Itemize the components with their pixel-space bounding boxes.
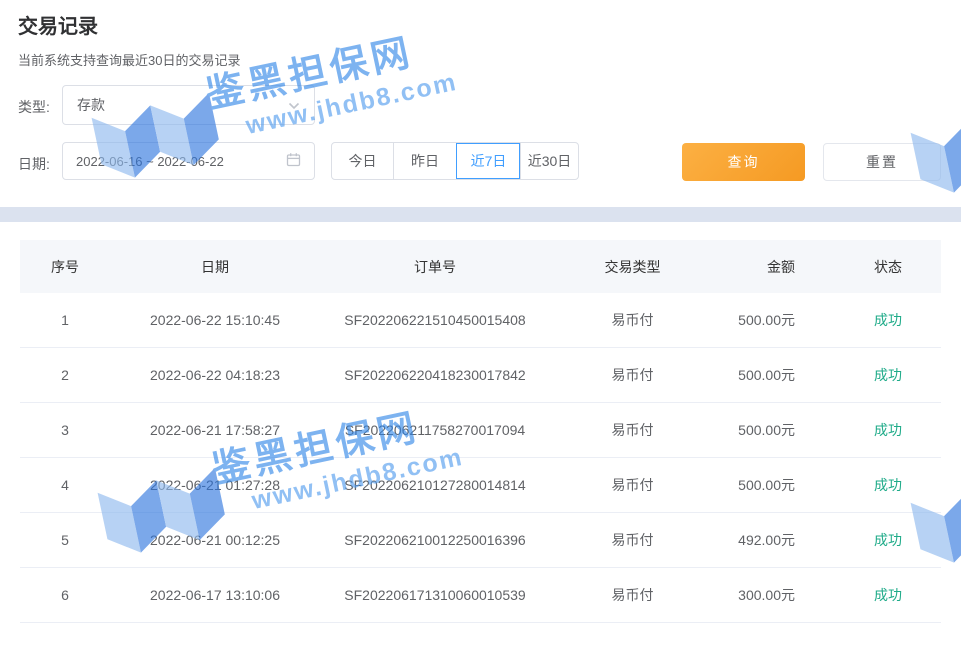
cell-transaction-type: 易币付 bbox=[550, 348, 715, 403]
cell-amount: 300.00元 bbox=[715, 568, 835, 623]
cell-date: 2022-06-21 17:58:27 bbox=[110, 403, 320, 458]
column-header-date: 日期 bbox=[110, 240, 320, 293]
quick-range-button[interactable]: 今日 bbox=[332, 143, 393, 179]
search-button[interactable]: 查询 bbox=[682, 143, 805, 181]
cell-amount: 500.00元 bbox=[715, 348, 835, 403]
cell-date: 2022-06-22 04:18:23 bbox=[110, 348, 320, 403]
cell-no: 4 bbox=[20, 458, 110, 513]
cell-no: 2 bbox=[20, 348, 110, 403]
section-divider-band bbox=[0, 207, 961, 222]
cell-date: 2022-06-22 15:10:45 bbox=[110, 293, 320, 348]
cell-date: 2022-06-21 00:12:25 bbox=[110, 513, 320, 568]
type-select[interactable]: 存款 bbox=[62, 85, 315, 125]
status-badge: 成功 bbox=[835, 348, 941, 403]
table-row: 6 2022-06-17 13:10:06 SF2022061713100600… bbox=[20, 568, 941, 623]
column-header-no: 序号 bbox=[20, 240, 110, 293]
cell-date: 2022-06-17 13:10:06 bbox=[110, 568, 320, 623]
status-badge: 成功 bbox=[835, 293, 941, 348]
quick-range-group: 今日昨日近7日近30日 bbox=[331, 142, 579, 180]
cell-transaction-type: 易币付 bbox=[550, 513, 715, 568]
cell-order-number: SF202206220418230017842 bbox=[320, 348, 550, 403]
watermark: 鉴黑担保网 www.jhdb8.com bbox=[897, 0, 961, 277]
page-title: 交易记录 bbox=[18, 10, 98, 39]
quick-range-button[interactable]: 近30日 bbox=[520, 143, 578, 179]
reset-button[interactable]: 重置 bbox=[823, 143, 941, 181]
table-row: 5 2022-06-21 00:12:25 SF2022062100122500… bbox=[20, 513, 941, 568]
cell-amount: 500.00元 bbox=[715, 458, 835, 513]
table-header-row: 序号 日期 订单号 交易类型 金额 状态 bbox=[20, 240, 941, 293]
cell-amount: 500.00元 bbox=[715, 293, 835, 348]
cell-amount: 492.00元 bbox=[715, 513, 835, 568]
date-range-value: 2022-06-16 ~ 2022-06-22 bbox=[76, 154, 224, 169]
status-badge: 成功 bbox=[835, 513, 941, 568]
status-badge: 成功 bbox=[835, 458, 941, 513]
cell-no: 3 bbox=[20, 403, 110, 458]
cell-transaction-type: 易币付 bbox=[550, 293, 715, 348]
cell-order-number: SF202206171310060010539 bbox=[320, 568, 550, 623]
table-row: 3 2022-06-21 17:58:27 SF2022062117582700… bbox=[20, 403, 941, 458]
table-row: 1 2022-06-22 15:10:45 SF2022062215104500… bbox=[20, 293, 941, 348]
cell-date: 2022-06-21 01:27:28 bbox=[110, 458, 320, 513]
quick-range-button[interactable]: 昨日 bbox=[393, 143, 456, 179]
status-badge: 成功 bbox=[835, 403, 941, 458]
cell-order-number: SF202206211758270017094 bbox=[320, 403, 550, 458]
date-label: 日期: bbox=[18, 154, 50, 174]
quick-range-button[interactable]: 近7日 bbox=[456, 143, 520, 179]
status-badge: 成功 bbox=[835, 568, 941, 623]
type-label: 类型: bbox=[18, 97, 50, 117]
type-select-value: 存款 bbox=[77, 95, 105, 115]
column-header-amount: 金额 bbox=[715, 240, 835, 293]
cell-transaction-type: 易币付 bbox=[550, 403, 715, 458]
page-subtitle: 当前系统支持查询最近30日的交易记录 bbox=[18, 50, 240, 69]
date-range-input[interactable]: 2022-06-16 ~ 2022-06-22 bbox=[62, 142, 315, 180]
column-header-order: 订单号 bbox=[320, 240, 550, 293]
calendar-icon bbox=[286, 152, 301, 170]
cell-transaction-type: 易币付 bbox=[550, 458, 715, 513]
table-row: 2 2022-06-22 04:18:23 SF2022062204182300… bbox=[20, 348, 941, 403]
column-header-type: 交易类型 bbox=[550, 240, 715, 293]
cell-order-number: SF202206210012250016396 bbox=[320, 513, 550, 568]
chevron-down-icon bbox=[288, 97, 300, 113]
cell-transaction-type: 易币付 bbox=[550, 568, 715, 623]
cell-order-number: SF202206221510450015408 bbox=[320, 293, 550, 348]
cell-no: 5 bbox=[20, 513, 110, 568]
cell-amount: 500.00元 bbox=[715, 403, 835, 458]
transactions-table: 序号 日期 订单号 交易类型 金额 状态 1 2022-06-22 15:10:… bbox=[20, 240, 941, 623]
watermark: 鉴黑担保网 www.jhdb8.com bbox=[78, 0, 570, 262]
cell-order-number: SF202206210127280014814 bbox=[320, 458, 550, 513]
cell-no: 1 bbox=[20, 293, 110, 348]
cell-no: 6 bbox=[20, 568, 110, 623]
column-header-status: 状态 bbox=[835, 240, 941, 293]
table-row: 4 2022-06-21 01:27:28 SF2022062101272800… bbox=[20, 458, 941, 513]
